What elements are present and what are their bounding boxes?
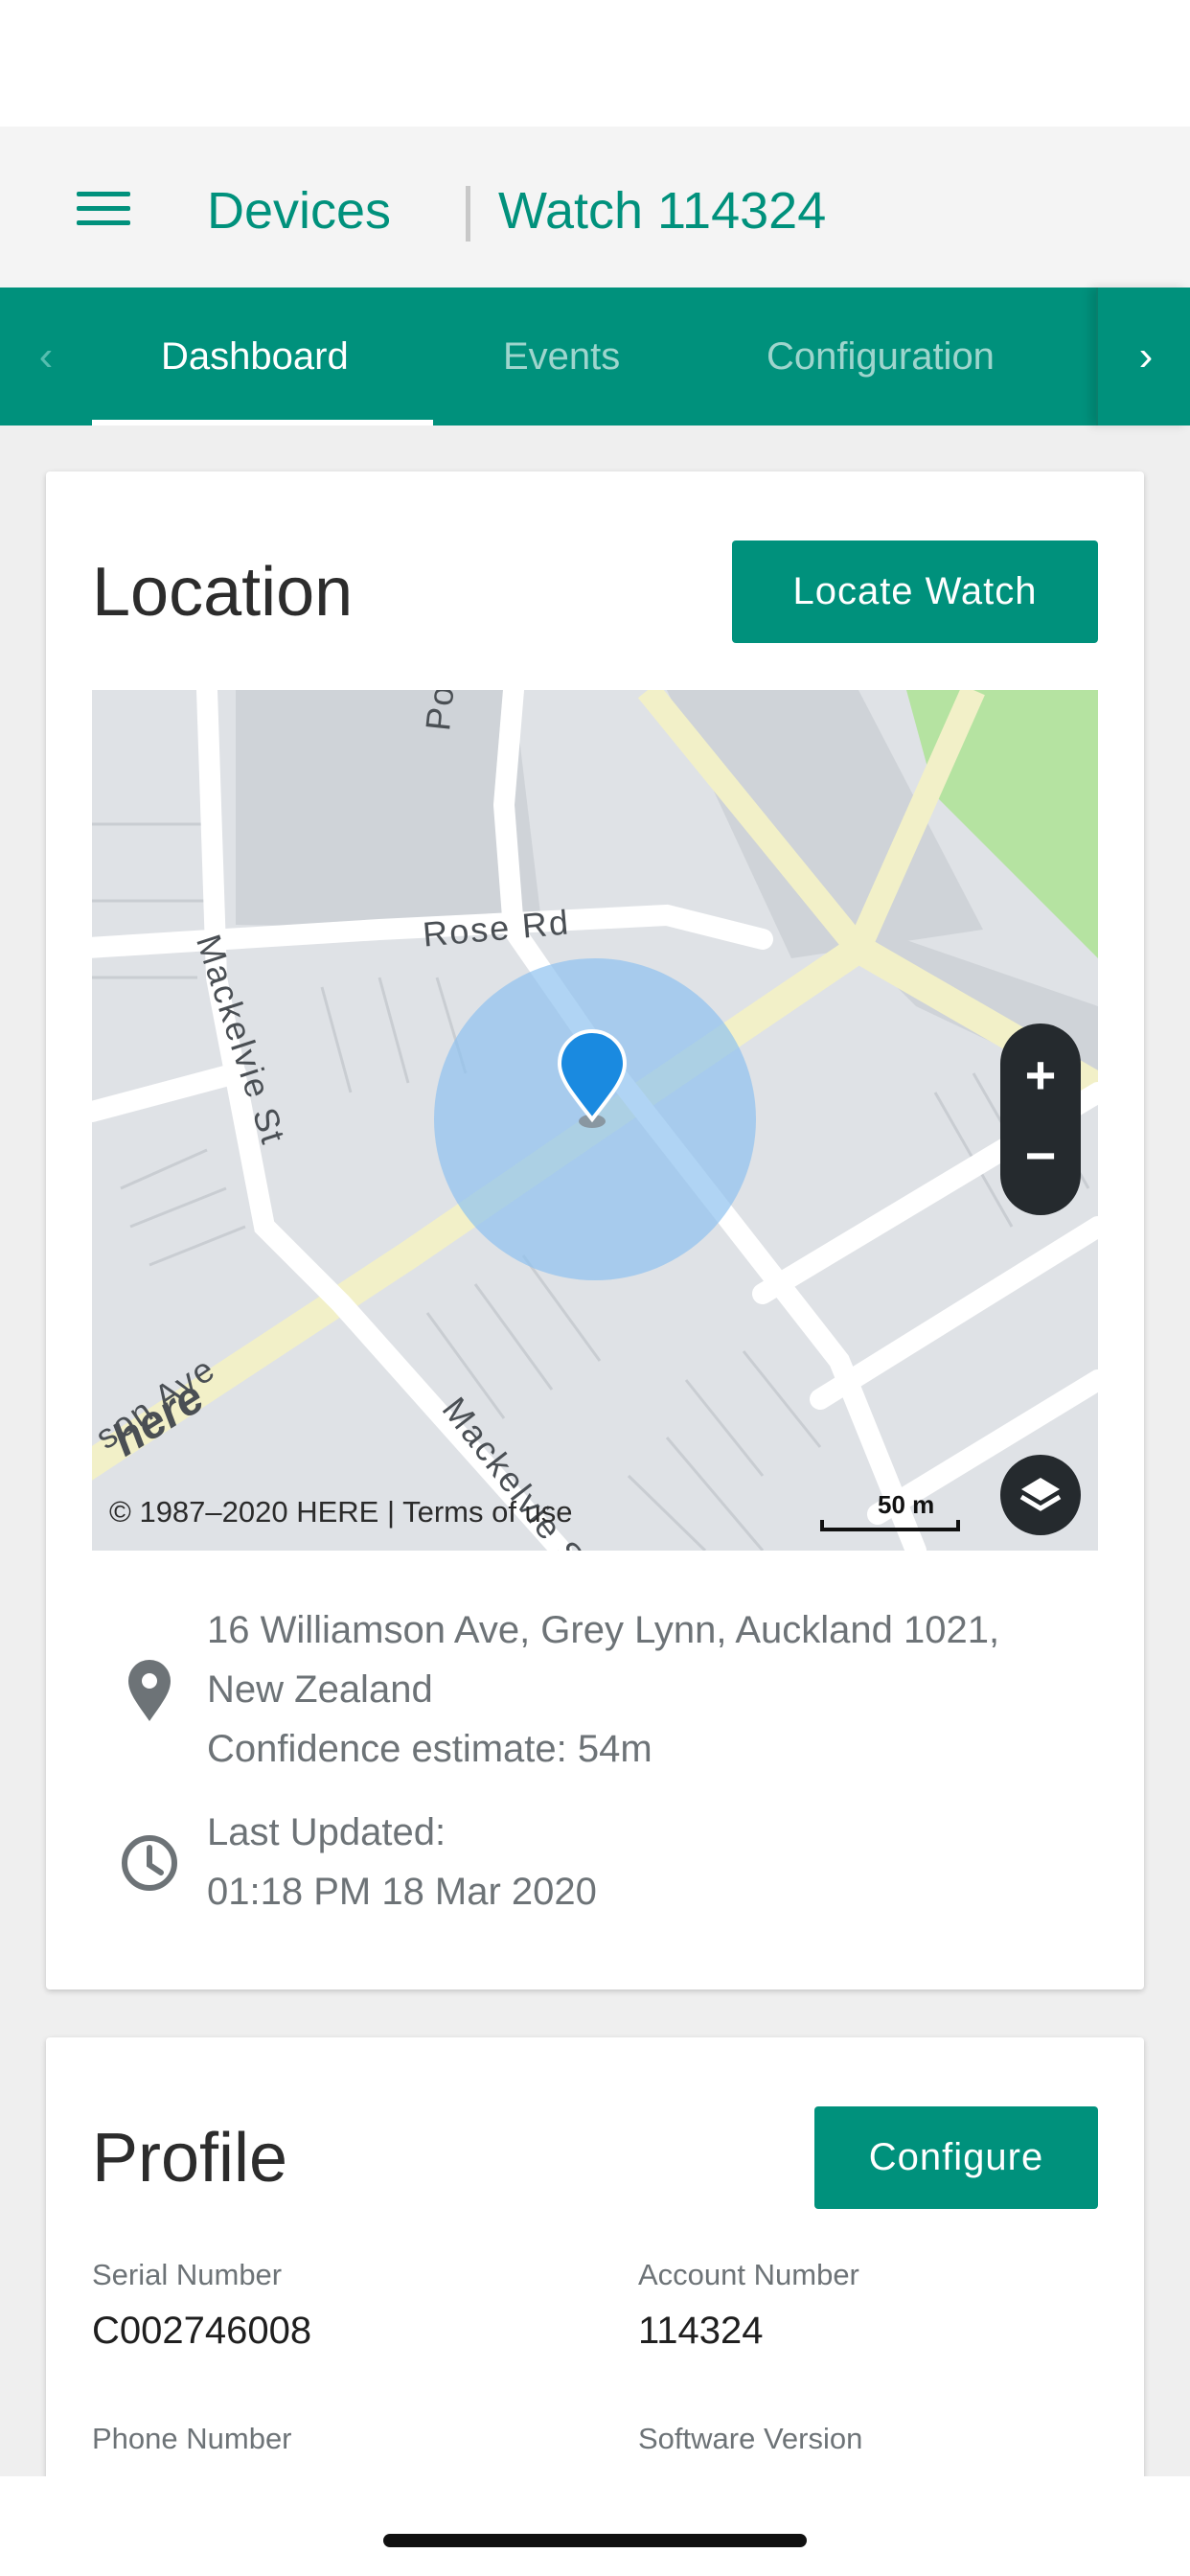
serial-number-value: C002746008 <box>92 2310 312 2352</box>
breadcrumb-separator <box>466 186 470 242</box>
account-number-label: Account Number <box>638 2258 859 2291</box>
hamburger-menu-icon[interactable] <box>77 192 130 230</box>
map-layers-button[interactable] <box>1000 1455 1081 1535</box>
home-indicator[interactable] <box>383 2534 807 2547</box>
map-scale-label: 50 m <box>878 1490 935 1519</box>
chevron-left-icon[interactable]: ‹ <box>21 332 71 381</box>
chevron-right-icon[interactable]: › <box>1121 332 1171 381</box>
map-canvas <box>92 690 1098 1551</box>
last-updated-label: Last Updated: <box>207 1811 446 1853</box>
address-line-2: New Zealand <box>207 1668 433 1711</box>
locate-watch-button[interactable]: Locate Watch <box>732 540 1098 643</box>
address-line-1: 16 Williamson Ave, Grey Lynn, Auckland 1… <box>207 1609 1000 1651</box>
breadcrumb-devices[interactable]: Devices <box>207 180 391 242</box>
map-copyright[interactable]: © 1987–2020 HERE | Terms of use <box>109 1493 573 1531</box>
account-number-value: 114324 <box>638 2310 764 2352</box>
tab-configuration[interactable]: Configuration <box>767 332 995 381</box>
serial-number-label: Serial Number <box>92 2258 283 2291</box>
map-pin-icon <box>121 1658 178 1730</box>
tab-dashboard[interactable]: Dashboard <box>161 332 349 381</box>
status-bar <box>0 0 1190 126</box>
map-scale-bar <box>820 1520 960 1531</box>
active-tab-indicator <box>92 420 433 426</box>
last-updated-value: 01:18 PM 18 Mar 2020 <box>207 1871 597 1913</box>
phone-number-label: Phone Number <box>92 2422 292 2455</box>
confidence-estimate: Confidence estimate: 54m <box>207 1728 652 1770</box>
clock-icon <box>119 1832 180 1898</box>
breadcrumb-current-device: Watch 114324 <box>498 182 827 240</box>
configure-button[interactable]: Configure <box>814 2106 1098 2209</box>
zoom-out-button[interactable]: − <box>1000 1116 1081 1196</box>
tab-events[interactable]: Events <box>503 332 620 381</box>
location-title: Location <box>92 554 354 631</box>
software-version-label: Software Version <box>638 2422 863 2455</box>
bottom-safe-area <box>0 2476 1190 2576</box>
zoom-in-button[interactable]: + <box>1000 1035 1081 1116</box>
profile-title: Profile <box>92 2120 288 2196</box>
map-zoom-controls: + − <box>1000 1024 1081 1215</box>
layers-icon <box>1019 1478 1062 1511</box>
location-map[interactable]: Pollen St Rose Rd Mackelvie St Mackelvie… <box>92 690 1098 1551</box>
